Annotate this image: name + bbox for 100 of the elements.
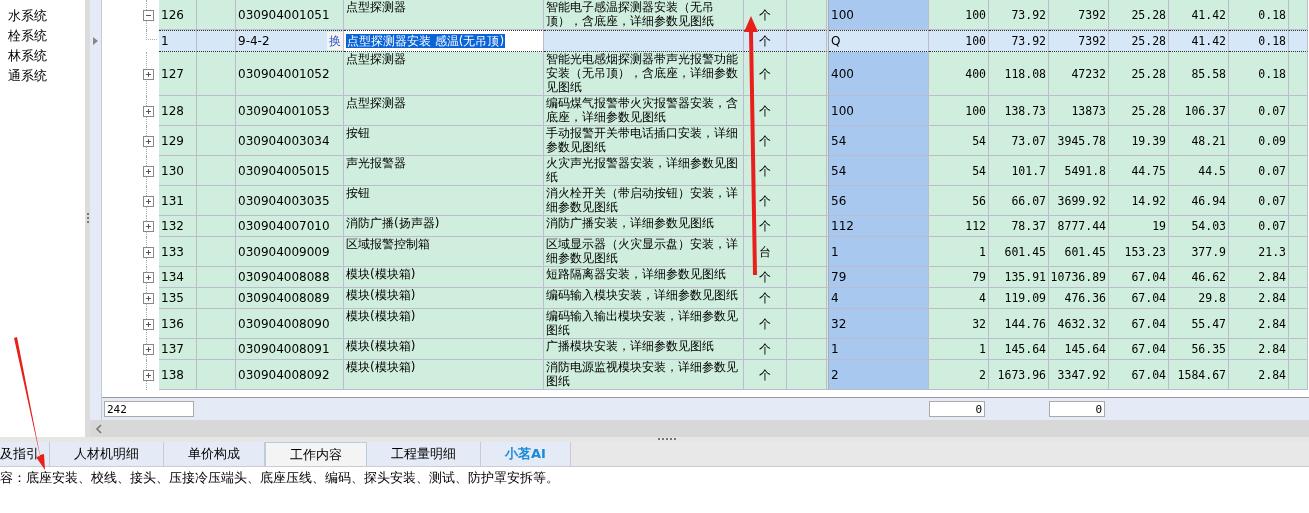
- table-cell: 47232: [1049, 52, 1109, 96]
- table-cell: 消防电源监视模块安装，详细参数见图纸: [544, 360, 744, 390]
- table-cell: [197, 0, 236, 30]
- table-cell: 129: [159, 126, 197, 156]
- tree-toggle[interactable]: [143, 135, 154, 147]
- tree-toggle[interactable]: [143, 246, 154, 258]
- tree-toggle[interactable]: [143, 165, 154, 177]
- table-cell: 56: [929, 186, 989, 216]
- table-cell: 130: [159, 156, 197, 186]
- tree-toggle[interactable]: [143, 9, 154, 21]
- table-cell: 135.91: [989, 267, 1049, 288]
- table-cell: 个: [744, 0, 787, 30]
- table-cell: 128: [159, 96, 197, 126]
- sidebar-item[interactable]: 栓系统: [0, 26, 85, 46]
- table-cell: [787, 339, 827, 360]
- table-cell: 44.75: [1109, 156, 1169, 186]
- tree-toggle[interactable]: [143, 221, 154, 232]
- table-cell: 按钮: [344, 126, 544, 156]
- selected-text[interactable]: 点型探测器安装 感温(无吊顶): [346, 34, 506, 48]
- table-cell: [1289, 0, 1308, 30]
- tree-toggle[interactable]: [143, 369, 154, 381]
- sidebar-item[interactable]: 水系统: [0, 6, 85, 26]
- table-cell: 19.39: [1109, 126, 1169, 156]
- table-cell: 030904009009: [236, 237, 344, 267]
- horizontal-scrollbar[interactable]: [90, 420, 1309, 437]
- table-cell: 400: [829, 52, 929, 96]
- table-cell: 79: [829, 267, 929, 288]
- table-cell: 030904008092: [236, 360, 344, 390]
- table-cell: 个: [744, 126, 787, 156]
- tree-toggle[interactable]: [143, 293, 154, 304]
- total-field[interactable]: 0: [929, 401, 985, 417]
- table-cell: 138: [159, 360, 197, 390]
- table-cell: 0.07: [1229, 216, 1289, 237]
- splitter-handle[interactable]: [85, 0, 90, 437]
- tab[interactable]: 工程量明细: [367, 442, 481, 466]
- table-cell: 127: [159, 52, 197, 96]
- table-cell: 25.28: [1109, 96, 1169, 126]
- table-cell: 32: [829, 309, 929, 339]
- table-cell: 030904001053: [236, 96, 344, 126]
- table-cell: 030904007010: [236, 216, 344, 237]
- tree-toggle[interactable]: [143, 105, 154, 117]
- table-cell: [787, 309, 827, 339]
- table-cell: 智能光电感烟探测器带声光报警功能安装（无吊顶），含底座，详细参数见图纸: [544, 52, 744, 96]
- table-cell: 1: [829, 339, 929, 360]
- table-cell: 个: [744, 360, 787, 390]
- table-cell: 100: [829, 96, 929, 126]
- sidebar-item[interactable]: 林系统: [0, 46, 85, 66]
- swap-button[interactable]: 换: [327, 32, 343, 50]
- tab[interactable]: 单价构成: [164, 442, 265, 466]
- table-cell: [1289, 186, 1308, 216]
- table-cell: 2: [929, 360, 989, 390]
- table-cell: [197, 288, 236, 309]
- table-cell: [1289, 52, 1308, 96]
- table-cell: 144.76: [989, 309, 1049, 339]
- total-field[interactable]: 0: [1049, 401, 1105, 417]
- table-cell: 131: [159, 186, 197, 216]
- table-cell: 编码输入模块安装，详细参数见图纸: [544, 288, 744, 309]
- work-content-text: 容：底座安装、校线、接头、压接冷压端头、底座压线、编码、探头安装、测试、防护罩安拆等。: [0, 469, 560, 487]
- tab[interactable]: 工作内容: [265, 442, 367, 466]
- table-cell: 54: [929, 126, 989, 156]
- table-cell: 4: [829, 288, 929, 309]
- table-cell: 133: [159, 237, 197, 267]
- table-cell: 编码煤气报警带火灾报警器安装，含底座，详细参数见图纸: [544, 96, 744, 126]
- tree-toggle[interactable]: [143, 195, 154, 207]
- table-cell: 个: [744, 267, 787, 288]
- table-cell[interactable]: 点型探测器安装 感温(无吊顶): [344, 30, 544, 52]
- table-cell: [197, 156, 236, 186]
- table-cell: 个: [744, 52, 787, 96]
- table-cell: 0.18: [1229, 0, 1289, 30]
- tab[interactable]: 及指引: [0, 442, 50, 466]
- scroll-left-icon[interactable]: [95, 423, 103, 434]
- table-cell: [197, 186, 236, 216]
- count-field[interactable]: 242: [104, 401, 194, 417]
- table-cell: 112: [929, 216, 989, 237]
- expand-arrow-icon[interactable]: [93, 37, 98, 45]
- table-cell: 个: [744, 288, 787, 309]
- table-cell: [1289, 96, 1308, 126]
- tree-toggle[interactable]: [143, 272, 154, 283]
- table-cell: 118.08: [989, 52, 1049, 96]
- table-cell: [787, 0, 827, 30]
- table-cell: 19: [1109, 216, 1169, 237]
- table-cell: 25.28: [1109, 0, 1169, 30]
- table-cell: [197, 52, 236, 96]
- tree-toggle[interactable]: [143, 68, 154, 80]
- table-cell: 2.84: [1229, 267, 1289, 288]
- table-cell: [787, 216, 827, 237]
- table-cell: [787, 237, 827, 267]
- table-cell: 1673.96: [989, 360, 1049, 390]
- tab[interactable]: 人材机明细: [50, 442, 164, 466]
- table-cell: [1289, 216, 1308, 237]
- tree-toggle[interactable]: [143, 318, 154, 330]
- table-cell: 030904001052: [236, 52, 344, 96]
- table-cell: [1289, 30, 1308, 52]
- table-cell: 73.07: [989, 126, 1049, 156]
- splitter-handle[interactable]: [0, 437, 1309, 442]
- table-cell: 030904003034: [236, 126, 344, 156]
- sidebar-item[interactable]: 通系统: [0, 66, 85, 86]
- table-cell: 29.8: [1169, 288, 1229, 309]
- table-cell: 101.7: [989, 156, 1049, 186]
- tree-toggle[interactable]: [143, 344, 154, 355]
